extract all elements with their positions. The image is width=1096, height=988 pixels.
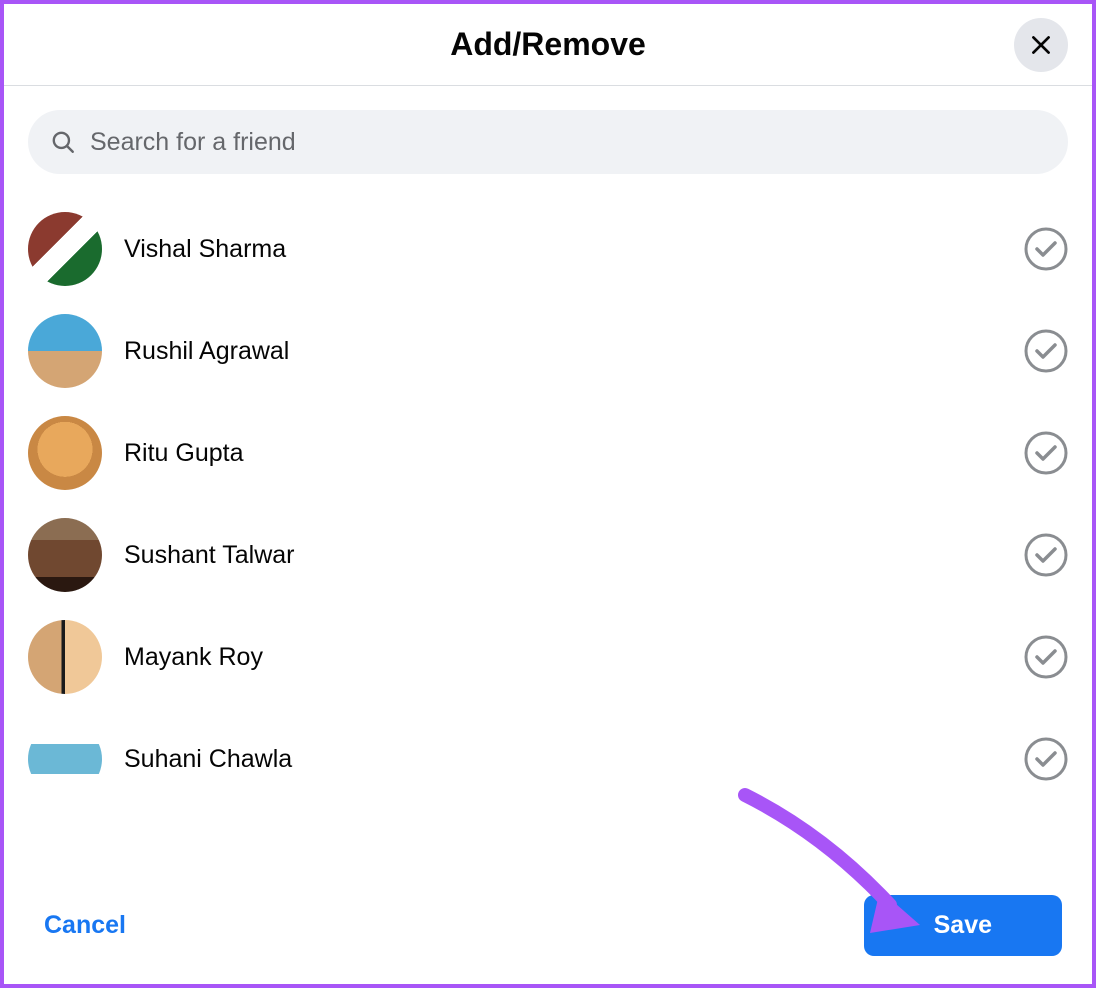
friend-name: Mayank Roy [124,643,1024,672]
avatar [28,212,102,286]
friend-name: Ritu Gupta [124,439,1024,468]
close-button[interactable] [1014,18,1068,72]
dialog-footer: Cancel Save [4,875,1092,984]
dialog-title: Add/Remove [450,26,646,63]
avatar [28,518,102,592]
avatar [28,620,102,694]
search-icon [50,129,76,155]
friend-name: Vishal Sharma [124,235,1024,264]
friend-row[interactable]: Suhani Chawla [28,708,1068,810]
friend-name: Sushant Talwar [124,541,1024,570]
friend-name: Suhani Chawla [124,745,1024,774]
check-circle-icon[interactable] [1024,431,1068,475]
check-circle-icon[interactable] [1024,227,1068,271]
search-input[interactable] [90,128,1046,157]
friend-list: Vishal Sharma Rushil Agrawal Ritu Gupta Sus… [4,180,1092,875]
search-field-wrapper[interactable] [28,110,1068,174]
friend-row[interactable]: Rushil Agrawal [28,300,1068,402]
friend-row[interactable]: Vishal Sharma [28,198,1068,300]
avatar [28,416,102,490]
friend-row[interactable]: Mayank Roy [28,606,1068,708]
check-circle-icon[interactable] [1024,737,1068,781]
avatar [28,314,102,388]
save-button[interactable]: Save [864,895,1062,956]
cancel-button[interactable]: Cancel [44,911,126,940]
friend-row[interactable]: Sushant Talwar [28,504,1068,606]
friend-name: Rushil Agrawal [124,337,1024,366]
friend-row[interactable]: Ritu Gupta [28,402,1068,504]
check-circle-icon[interactable] [1024,635,1068,679]
dialog-header: Add/Remove [4,4,1092,86]
close-icon [1028,32,1054,58]
check-circle-icon[interactable] [1024,329,1068,373]
search-container [4,86,1092,180]
check-circle-icon[interactable] [1024,533,1068,577]
avatar [28,722,102,796]
